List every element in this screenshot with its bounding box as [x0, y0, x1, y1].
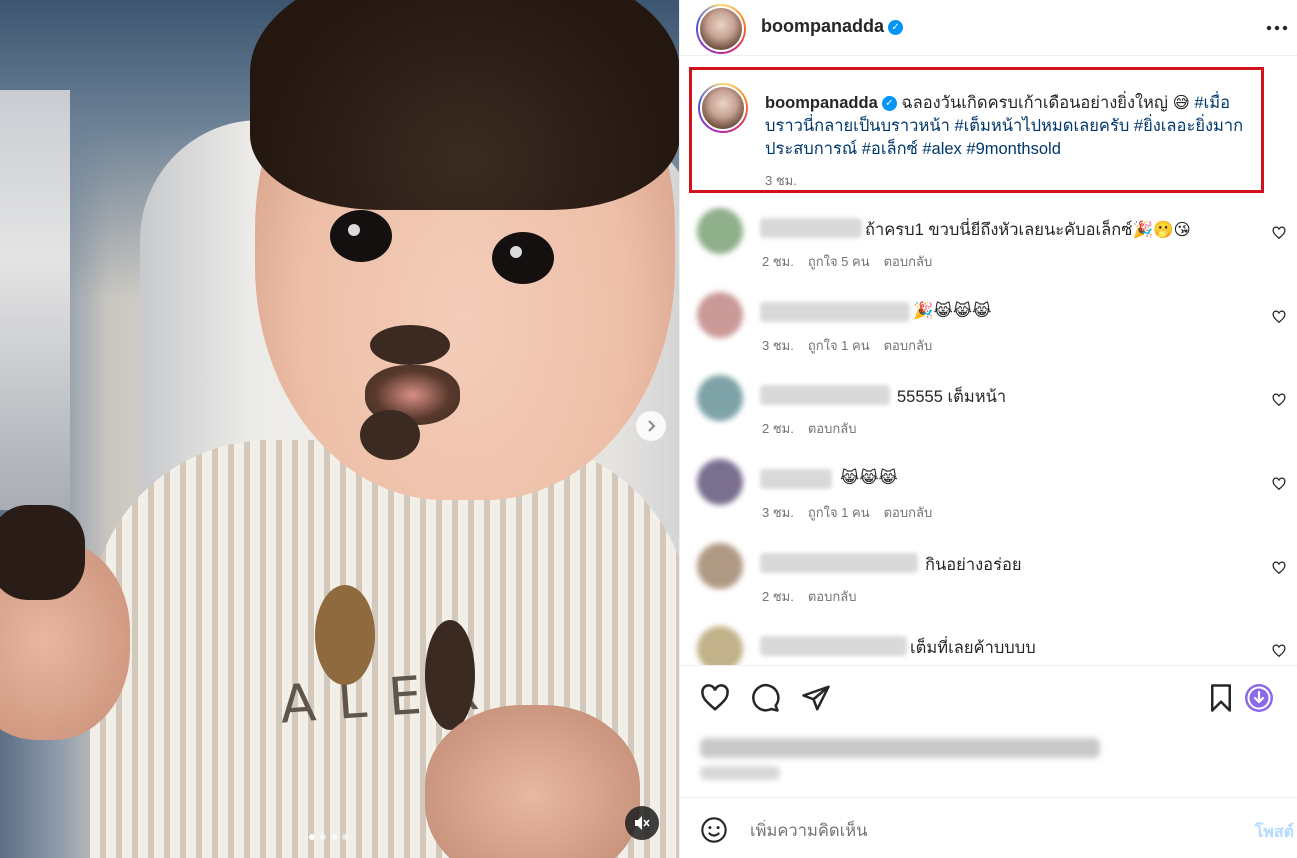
comment-time[interactable]: 2 ชม.	[762, 418, 794, 439]
carousel-dot	[309, 834, 315, 840]
brownie	[0, 505, 85, 600]
chocolate-smear	[360, 410, 420, 460]
more-options-button[interactable]	[1266, 14, 1288, 37]
commenter-username-blurred[interactable]	[760, 469, 832, 489]
comment-item: เต็มที่เลยค้าบบบบ	[680, 616, 1297, 665]
comments-list: ถ้าครบ1 ขวบนี่ยีถึงหัวเลยนะคับอเล็กซ์🎉🫢😘…	[680, 198, 1297, 665]
more-icon	[1266, 25, 1288, 31]
post-side-panel: boompanadda ✓ boompanadda ✓ ฉลองวันเกิดครบ…	[679, 0, 1297, 858]
comment-likes[interactable]: ถูกใจ 1 คน	[808, 335, 870, 356]
comment-item: 55555 เต็มหน้า 2 ชม. ตอบกลับ	[680, 365, 1297, 445]
heart-icon[interactable]	[700, 683, 730, 713]
heart-icon[interactable]	[1272, 561, 1286, 575]
commenter-avatar[interactable]	[697, 292, 743, 338]
comment-time[interactable]: 2 ชม.	[762, 586, 794, 607]
chevron-right-icon	[648, 420, 656, 432]
reply-button[interactable]: ตอบกลับ	[808, 418, 857, 439]
chocolate-smear	[425, 620, 475, 730]
comment-text: ถ้าครบ1 ขวบนี่ยีถึงหัวเลยนะคับอเล็กซ์🎉🫢😘	[865, 221, 1191, 239]
commenter-avatar[interactable]	[697, 626, 743, 665]
caption-username[interactable]: boompanadda	[765, 94, 878, 112]
reply-button[interactable]: ตอบกลับ	[884, 502, 933, 523]
comment-meta: 2 ชม. ตอบกลับ	[762, 418, 856, 439]
comment-time[interactable]: 3 ชม.	[762, 335, 794, 356]
heart-icon[interactable]	[1272, 477, 1286, 491]
chocolate-smear	[315, 585, 375, 685]
commenter-username-blurred[interactable]	[760, 218, 862, 238]
commenter-avatar[interactable]	[697, 375, 743, 421]
caption-timestamp[interactable]: 3 ชม.	[765, 170, 797, 191]
comment-text: 55555 เต็มหน้า	[897, 388, 1007, 406]
post-header: boompanadda ✓	[680, 0, 1297, 56]
mute-button[interactable]	[625, 806, 659, 840]
heart-icon[interactable]	[1272, 226, 1286, 240]
comment-text: กินอย่างอร่อย	[925, 556, 1022, 574]
carousel-dots	[309, 834, 348, 840]
verified-badge-icon: ✓	[888, 20, 904, 35]
caption-highlight: boompanadda ✓ ฉลองวันเกิดครบเก้าเดือนอย่า…	[689, 67, 1264, 193]
commenter-username-blurred[interactable]	[760, 385, 890, 405]
comment-text: เต็มที่เลยค้าบบบบ	[910, 639, 1036, 657]
comment-meta: 3 ชม. ถูกใจ 1 คน ตอบกลับ	[762, 502, 932, 523]
commenter-username-blurred[interactable]	[760, 302, 910, 322]
baby-eye-right	[492, 232, 554, 284]
comment-item: กินอย่างอร่อย 2 ชม. ตอบกลับ	[680, 533, 1297, 613]
caption-author-avatar[interactable]	[698, 83, 748, 133]
muted-speaker-icon	[635, 816, 650, 830]
comment-time[interactable]: 3 ชม.	[762, 502, 794, 523]
likes-summary-blurred[interactable]	[700, 738, 1100, 758]
comment-item: ถ้าครบ1 ขวบนี่ยีถึงหัวเลยนะคับอเล็กซ์🎉🫢😘…	[680, 198, 1297, 278]
commenter-avatar[interactable]	[697, 208, 743, 254]
chocolate-smear	[370, 325, 450, 365]
commenter-avatar[interactable]	[697, 543, 743, 589]
comment-meta: 3 ชม. ถูกใจ 1 คน ตอบกลับ	[762, 335, 932, 356]
comment-text: 🎉😹😹😹	[913, 302, 992, 320]
emoji-icon[interactable]	[700, 816, 728, 844]
baby-hand-right	[425, 705, 640, 858]
comment-input[interactable]	[750, 820, 1190, 842]
heart-icon[interactable]	[1272, 310, 1286, 324]
post-date-blurred[interactable]	[700, 766, 780, 780]
baby-eye-left	[330, 210, 392, 262]
post-actions-bar	[680, 665, 1297, 725]
commenter-username-blurred[interactable]	[760, 636, 907, 656]
heart-icon[interactable]	[1272, 393, 1286, 407]
caption-text: boompanadda ✓ ฉลองวันเกิดครบเก้าเดือนอย่า…	[765, 92, 1255, 161]
comment-item: 🎉😹😹😹 3 ชม. ถูกใจ 1 คน ตอบกลับ	[680, 282, 1297, 362]
reply-button[interactable]: ตอบกลับ	[808, 586, 857, 607]
baby-hair	[250, 0, 679, 210]
verified-badge-icon: ✓	[881, 96, 897, 111]
author-username[interactable]: boompanadda ✓	[761, 16, 904, 37]
bookmark-icon[interactable]	[1206, 683, 1236, 713]
author-username-text[interactable]: boompanadda	[761, 16, 884, 36]
post-comment-button[interactable]: โพสต์	[1255, 820, 1294, 845]
carousel-dot	[331, 834, 337, 840]
caption-body: ฉลองวันเกิดครบเก้าเดือนอย่างยิ่งใหญ่ 😅	[901, 94, 1190, 112]
comment-likes[interactable]: ถูกใจ 5 คน	[808, 251, 870, 272]
comment-composer: โพสต์	[680, 797, 1297, 858]
carousel-dot	[342, 834, 348, 840]
reply-button[interactable]: ตอบกลับ	[884, 251, 933, 272]
comment-time[interactable]: 2 ชม.	[762, 251, 794, 272]
post-media[interactable]: ALEX	[0, 0, 679, 858]
background-shelf	[0, 90, 70, 510]
commenter-username-blurred[interactable]	[760, 553, 918, 573]
comment-meta: 2 ชม. ตอบกลับ	[762, 586, 856, 607]
commenter-avatar[interactable]	[697, 459, 743, 505]
comment-item: 😹😹😹 3 ชม. ถูกใจ 1 คน ตอบกลับ	[680, 449, 1297, 529]
comment-likes[interactable]: ถูกใจ 1 คน	[808, 502, 870, 523]
download-icon[interactable]	[1244, 683, 1274, 713]
send-icon[interactable]	[801, 683, 831, 713]
heart-icon[interactable]	[1272, 644, 1286, 658]
comment-text: 😹😹😹	[840, 469, 898, 487]
comment-icon[interactable]	[750, 683, 780, 713]
carousel-dot	[320, 834, 326, 840]
next-media-button[interactable]	[636, 411, 666, 441]
author-avatar[interactable]	[696, 4, 746, 54]
reply-button[interactable]: ตอบกลับ	[884, 335, 933, 356]
comment-meta: 2 ชม. ถูกใจ 5 คน ตอบกลับ	[762, 251, 932, 272]
